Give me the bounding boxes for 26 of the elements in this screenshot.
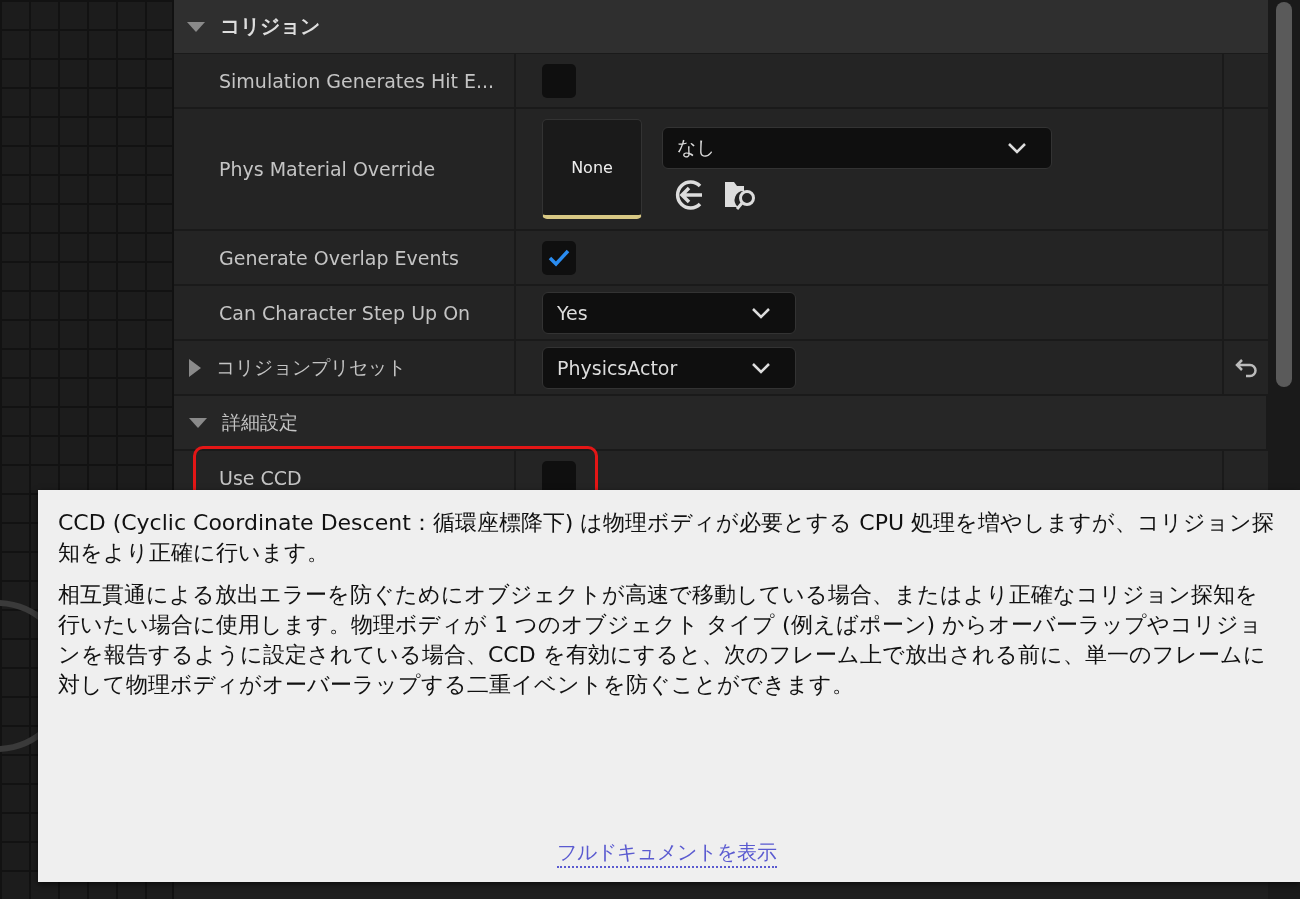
property-label: Use CCD: [219, 466, 302, 489]
expand-caret-icon[interactable]: [186, 20, 206, 33]
checkmark-icon: [547, 247, 571, 268]
expand-caret-icon[interactable]: [188, 416, 208, 429]
property-label: Generate Overlap Events: [219, 246, 459, 269]
documentation-link[interactable]: フルドキュメントを表示: [557, 839, 777, 868]
collapse-caret-icon[interactable]: [188, 357, 202, 378]
dropdown[interactable]: PhysicsActor: [542, 346, 796, 389]
property-label: Can Character Step Up On: [219, 301, 471, 324]
chevron-down-icon: [1007, 142, 1027, 154]
browse-folder-search-icon[interactable]: [724, 179, 758, 211]
asset-thumbnail[interactable]: None: [542, 119, 642, 219]
section-title: コリジョン: [220, 13, 320, 40]
tooltip-paragraph: 相互貫通による放出エラーを防ぐためにオブジェクトが高速で移動している場合、またはより正確なコリジョン探知を行いたい場合に使用します。物理ボディが 1 つのオブジェクト タイプ (例えばポーン) からオーバーラップやコリジョンを報告するように設定されている場合、CCD を有効にすると、次のフレーム上で放出される前に、単一のフレームに対して物理ボディがオーバーラップする二重イベントを防ぐことができます。: [58, 581, 1267, 699]
property-label: Phys Material Override: [219, 158, 436, 180]
dropdown[interactable]: Yes: [542, 291, 796, 334]
tooltip-paragraph: CCD (Cyclic Coordinate Descent：循環座標降下) は物理ボディが必要とする CPU 処理を増やしますが、コリジョン探知をより正確に行います。: [58, 509, 1276, 567]
chevron-down-icon: [751, 361, 771, 374]
property-label: コリジョンプリセット: [216, 354, 406, 380]
scrollbar-thumb[interactable]: [1276, 2, 1292, 387]
checkbox[interactable]: [542, 240, 576, 275]
property-label: 詳細設定: [222, 409, 298, 435]
asset-dropdown[interactable]: なし: [662, 127, 1052, 169]
chevron-down-icon: [751, 306, 771, 319]
property-label: Simulation Generates Hit E...: [219, 69, 495, 92]
reset-arrow-icon[interactable]: [1234, 356, 1258, 379]
